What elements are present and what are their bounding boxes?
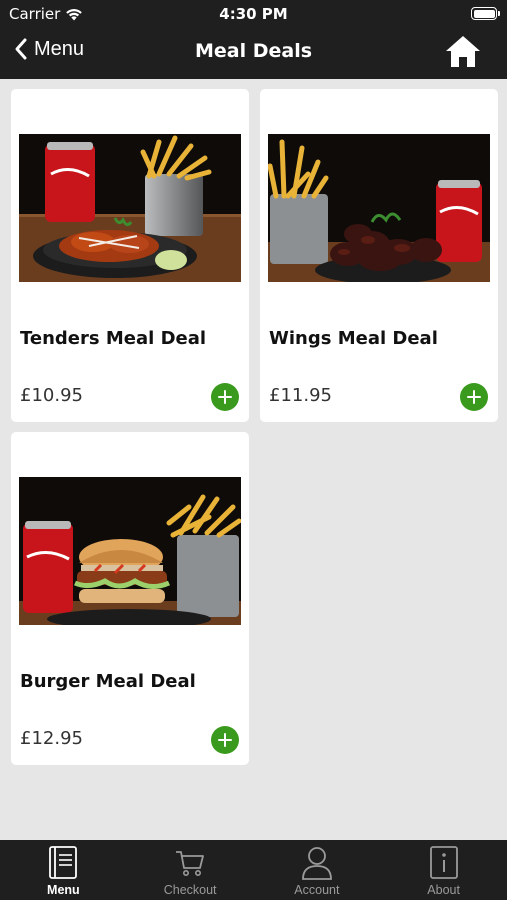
- person-icon: [301, 847, 332, 880]
- add-to-cart-button[interactable]: [460, 383, 488, 411]
- navigation-bar: Menu Meal Deals: [0, 28, 507, 79]
- product-image-burger: [19, 477, 241, 625]
- tab-checkout[interactable]: Checkout: [127, 840, 254, 900]
- add-to-cart-button[interactable]: [211, 726, 239, 754]
- tab-account[interactable]: Account: [254, 840, 381, 900]
- product-grid: Tenders Meal Deal £10.95 Wings Meal Deal…: [0, 79, 507, 840]
- status-time: 4:30 PM: [219, 5, 288, 23]
- status-bar: Carrier 4:30 PM: [0, 0, 507, 28]
- product-image-wings: [268, 134, 490, 282]
- info-icon: [429, 846, 458, 879]
- product-price: £11.95: [269, 385, 332, 406]
- tab-bar: Menu Checkout Account About: [0, 840, 507, 900]
- product-image-tenders: [19, 134, 241, 282]
- product-card-wings[interactable]: Wings Meal Deal £11.95: [260, 89, 498, 422]
- product-price: £10.95: [20, 385, 83, 406]
- product-card-tenders[interactable]: Tenders Meal Deal £10.95: [11, 89, 249, 422]
- product-price: £12.95: [20, 728, 83, 749]
- add-to-cart-button[interactable]: [211, 383, 239, 411]
- home-button[interactable]: [445, 34, 481, 72]
- battery-icon: [471, 7, 500, 20]
- product-name: Tenders Meal Deal: [20, 328, 207, 349]
- cart-icon: [176, 851, 205, 876]
- tab-label: Menu: [47, 883, 80, 897]
- menu-book-icon: [49, 846, 78, 879]
- product-name: Burger Meal Deal: [20, 671, 196, 692]
- product-card-burger[interactable]: Burger Meal Deal £12.95: [11, 432, 249, 765]
- home-icon: [446, 36, 480, 67]
- tab-about[interactable]: About: [380, 840, 507, 900]
- tab-label: Checkout: [163, 883, 217, 897]
- tab-label: About: [427, 883, 460, 897]
- tab-menu[interactable]: Menu: [0, 840, 127, 900]
- product-name: Wings Meal Deal: [269, 328, 438, 349]
- tab-label: Account: [294, 883, 340, 897]
- page-title: Meal Deals: [194, 40, 313, 62]
